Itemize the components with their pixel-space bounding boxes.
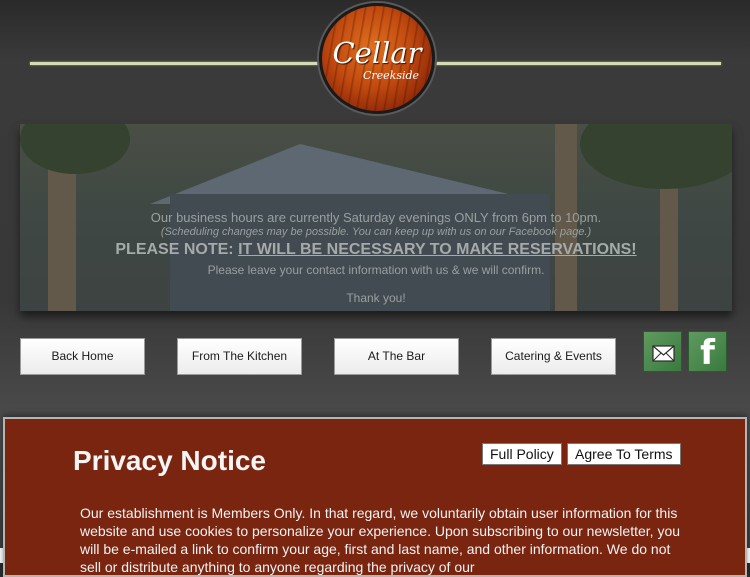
thanks-text: Thank you! — [346, 291, 406, 305]
nav-back-home-button[interactable]: Back Home — [20, 338, 145, 375]
nav-catering-button[interactable]: Catering & Events — [491, 338, 616, 375]
privacy-notice-panel: Privacy Notice Full Policy Agree To Term… — [3, 417, 747, 577]
email-button[interactable] — [643, 331, 682, 372]
full-policy-button[interactable]: Full Policy — [482, 443, 562, 465]
hours-banner: Our business hours are currently Saturda… — [20, 124, 732, 311]
privacy-body-text: Our establishment is Members Only. In th… — [80, 505, 681, 575]
header-rule-left — [30, 62, 325, 65]
hours-text: Our business hours are currently Saturda… — [150, 210, 602, 225]
facebook-button[interactable]: f — [688, 331, 727, 373]
agree-terms-button[interactable]: Agree To Terms — [567, 443, 681, 465]
nav-kitchen-button[interactable]: From The Kitchen — [177, 338, 302, 375]
privacy-title: Privacy Notice — [73, 445, 266, 476]
scheduling-note: (Scheduling changes may be possible. You… — [160, 226, 592, 238]
logo-title: Cellar — [332, 36, 422, 70]
banner-foliage-right — [580, 124, 732, 189]
contact-text: Please leave your contact information wi… — [207, 263, 545, 277]
site-logo[interactable]: Cellar Creekside — [319, 3, 435, 114]
header-rule-right — [425, 62, 721, 65]
logo-subtitle: Creekside — [362, 69, 420, 82]
envelope-icon — [652, 345, 675, 362]
reservation-notice: PLEASE NOTE: IT WILL BE NECESSARY TO MAK… — [20, 238, 732, 262]
banner-foliage-left — [20, 124, 130, 174]
notice-prefix: PLEASE NOTE: — [115, 241, 239, 258]
nav-bar-button[interactable]: At The Bar — [334, 338, 459, 375]
notice-emphasis: IT WILL BE NECESSARY TO MAKE RESERVATION… — [238, 241, 637, 258]
banner-text: Our business hours are currently Saturda… — [20, 210, 732, 306]
facebook-icon: f — [700, 333, 715, 373]
